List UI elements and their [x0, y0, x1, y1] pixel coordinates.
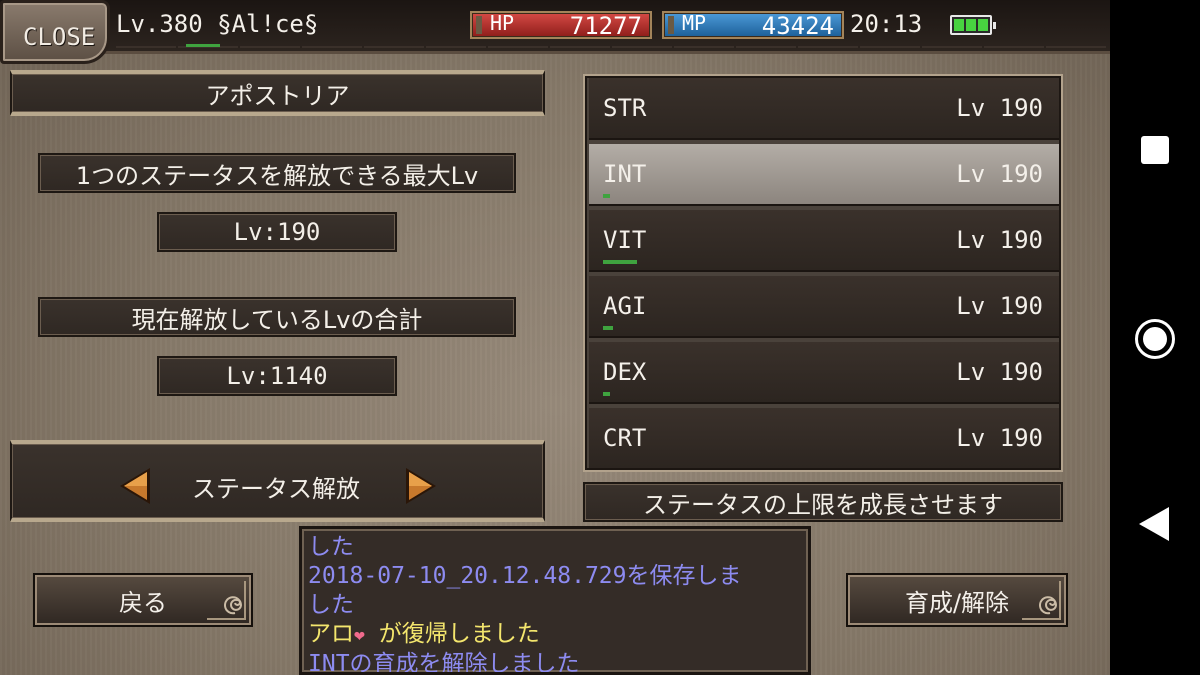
max-level-label-text: 1つのステータスを解放できる最大Lv	[75, 161, 479, 190]
stat-name: VIT	[603, 226, 647, 254]
stat-list: STR Lv 190 INT Lv 190 VIT Lv 190 AGI Lv …	[583, 74, 1063, 472]
topbar-divider	[116, 46, 1106, 48]
arrow-left-icon[interactable]	[116, 466, 154, 506]
log-line: した	[308, 592, 354, 618]
stat-level: Lv 190	[956, 292, 1043, 320]
swirl-ornament-icon	[1022, 581, 1061, 620]
back-button-label: 戻る	[119, 588, 167, 617]
stat-name: STR	[603, 94, 647, 122]
stat-level: Lv 190	[956, 424, 1043, 452]
max-level-value-text: Lv:190	[233, 218, 321, 246]
max-level-label: 1つのステータスを解放できる最大Lv	[38, 153, 516, 193]
log-line: 2018-07-10_20.12.48.729を保存しま	[308, 563, 742, 589]
status-release-label: ステータス解放	[192, 475, 360, 503]
back-triangle-icon[interactable]	[1139, 507, 1169, 541]
close-button[interactable]: CLOSE	[0, 0, 110, 64]
home-icon[interactable]	[1135, 319, 1175, 359]
page-title-text: アポストリア	[205, 81, 350, 110]
mp-value: 43424	[761, 12, 834, 40]
battery-full-icon	[950, 15, 996, 35]
log-line: した	[308, 534, 354, 560]
clock: 20:13	[850, 10, 923, 38]
stat-row-agi[interactable]: AGI Lv 190	[589, 276, 1059, 338]
swirl-ornament-icon	[207, 581, 246, 620]
total-level-label-text: 現在解放しているLvの合計	[131, 305, 423, 334]
game-screen: Lv.380 §Al!ce§ HP 71277 MP 43424 20:13 C…	[0, 0, 1110, 675]
top-status-bar: Lv.380 §Al!ce§ HP 71277 MP 43424 20:13	[0, 0, 1110, 54]
hp-gauge: HP 71277	[470, 11, 652, 40]
stat-progress-bar	[603, 260, 637, 264]
stat-description: ステータスの上限を成長させます	[583, 482, 1063, 522]
stat-row-int[interactable]: INT Lv 190	[589, 144, 1059, 206]
log-line: INTの育成を解除しました	[308, 651, 580, 675]
train-release-button[interactable]: 育成/解除	[846, 573, 1068, 627]
back-button[interactable]: 戻る	[33, 573, 253, 627]
player-level-name: Lv.380 §Al!ce§	[116, 10, 319, 38]
page-title: アポストリア	[10, 70, 545, 116]
total-level-value: Lv:1140	[157, 356, 397, 396]
max-level-value: Lv:190	[157, 212, 397, 252]
train-release-button-label: 育成/解除	[904, 588, 1010, 617]
log-message: が復帰しました	[364, 621, 540, 647]
stat-name: CRT	[603, 424, 647, 452]
stat-row-vit[interactable]: VIT Lv 190	[589, 210, 1059, 272]
stat-row-str[interactable]: STR Lv 190	[589, 78, 1059, 140]
recent-apps-icon[interactable]	[1141, 136, 1169, 164]
stat-row-crt[interactable]: CRT Lv 190	[589, 408, 1059, 470]
stat-name: DEX	[603, 358, 647, 386]
arrow-right-icon[interactable]	[402, 466, 440, 506]
close-button-label: CLOSE	[23, 23, 96, 51]
hp-value: 71277	[569, 12, 642, 40]
hp-label: HP	[490, 11, 515, 35]
mp-gauge: MP 43424	[662, 11, 844, 40]
stat-progress-bar	[603, 392, 610, 396]
total-level-value-text: Lv:1140	[226, 362, 328, 390]
stat-progress-bar	[603, 326, 613, 330]
stat-level: Lv 190	[956, 226, 1043, 254]
stat-level: Lv 190	[956, 94, 1043, 122]
stat-row-dex[interactable]: DEX Lv 190	[589, 342, 1059, 404]
exp-indicator	[186, 44, 220, 47]
message-log[interactable]: した 2018-07-10_20.12.48.729を保存しま した アロ❤ が…	[299, 526, 811, 675]
status-release-selector: ステータス解放	[10, 440, 545, 522]
heart-icon: ❤	[354, 625, 365, 646]
stat-level: Lv 190	[956, 358, 1043, 386]
log-line: アロ❤ が復帰しました	[308, 620, 802, 650]
mp-label: MP	[682, 11, 707, 35]
stat-level: Lv 190	[956, 160, 1043, 188]
log-player-name: アロ	[308, 621, 354, 647]
stat-description-text: ステータスの上限を成長させます	[643, 490, 1003, 519]
total-level-label: 現在解放しているLvの合計	[38, 297, 516, 337]
stat-name: AGI	[603, 292, 647, 320]
stat-progress-bar	[603, 194, 610, 198]
stat-name: INT	[603, 160, 647, 188]
